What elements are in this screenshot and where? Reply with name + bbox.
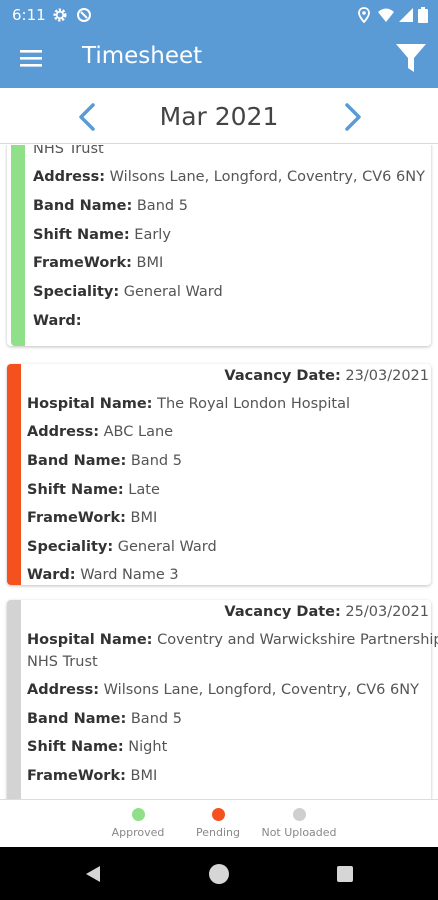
- framework-row: FrameWork: BMI: [27, 768, 158, 784]
- band-row: Band Name: Band 5: [27, 711, 182, 727]
- filter-icon[interactable]: [394, 41, 428, 75]
- chevron-right-icon[interactable]: [340, 102, 366, 132]
- vacancy-date: Vacancy Date: 25/03/2021: [224, 604, 429, 620]
- back-icon[interactable]: [84, 865, 102, 883]
- not-uploaded-dot-icon: [292, 808, 306, 821]
- band-row: Band Name: Band 5: [27, 453, 182, 469]
- signal-icon: [399, 8, 413, 22]
- battery-icon: [418, 7, 428, 23]
- band-row: Band Name: Band 5: [33, 198, 188, 214]
- status-indicator-approved: [11, 145, 25, 346]
- wifi-icon: [378, 8, 394, 22]
- framework-row: FrameWork: BMI: [33, 255, 164, 271]
- page-title: Timesheet: [82, 43, 203, 69]
- location-icon: [358, 7, 370, 23]
- timesheet-list[interactable]: NHS Trust Address: Wilsons Lane, Longfor…: [0, 145, 438, 799]
- home-icon[interactable]: [209, 864, 229, 884]
- address-row: Address: Wilsons Lane, Longford, Coventr…: [27, 682, 419, 698]
- app-bar: Timesheet: [0, 30, 438, 88]
- approved-dot-icon: [131, 808, 145, 821]
- legend-pending: Pending: [190, 808, 246, 839]
- status-indicator-pending: [7, 364, 21, 585]
- status-indicator-not-uploaded: [7, 600, 21, 799]
- status-legend: Approved Pending Not Uploaded: [0, 799, 438, 847]
- pending-dot-icon: [211, 808, 225, 821]
- hamburger-menu-icon[interactable]: [18, 47, 44, 69]
- status-bar: 6:11: [0, 0, 438, 30]
- month-label: Mar 2021: [159, 102, 279, 131]
- hospital-name-continued: NHS Trust: [33, 145, 104, 157]
- ward-row: Ward: Ward Name 3: [27, 567, 179, 583]
- legend-not-uploaded: Not Uploaded: [258, 808, 340, 839]
- ward-row: Ward:: [33, 313, 82, 329]
- recents-icon[interactable]: [337, 866, 353, 882]
- shift-row: Shift Name: Early: [33, 227, 171, 243]
- speciality-row: Speciality: General Ward: [27, 539, 217, 555]
- speciality-row: Speciality: General Ward: [33, 284, 223, 300]
- data-saver-icon: [77, 8, 91, 22]
- month-navigator: Mar 2021: [0, 88, 438, 144]
- status-time: 6:11: [12, 6, 46, 24]
- hospital-row: Hospital Name: The Royal London Hospital: [27, 396, 350, 412]
- timesheet-card[interactable]: NHS Trust Address: Wilsons Lane, Longfor…: [7, 145, 431, 346]
- timesheet-card[interactable]: Vacancy Date: 25/03/2021 Hospital Name: …: [7, 600, 438, 799]
- framework-row: FrameWork: BMI: [27, 510, 158, 526]
- address-row: Address: ABC Lane: [27, 424, 174, 440]
- shift-row: Shift Name: Late: [27, 482, 160, 498]
- shift-row: Shift Name: Night: [27, 739, 168, 755]
- gear-icon: [53, 8, 67, 22]
- hospital-row: Hospital Name: Coventry and Warwickshire…: [27, 632, 438, 648]
- legend-approved: Approved: [110, 808, 166, 839]
- hospital-name-continued: NHS Trust: [27, 654, 98, 670]
- vacancy-date: Vacancy Date: 23/03/2021: [224, 368, 429, 384]
- system-nav-bar: [0, 847, 438, 900]
- timesheet-card[interactable]: Vacancy Date: 23/03/2021 Hospital Name: …: [7, 364, 431, 585]
- address-row: Address: Wilsons Lane, Longford, Coventr…: [33, 169, 425, 185]
